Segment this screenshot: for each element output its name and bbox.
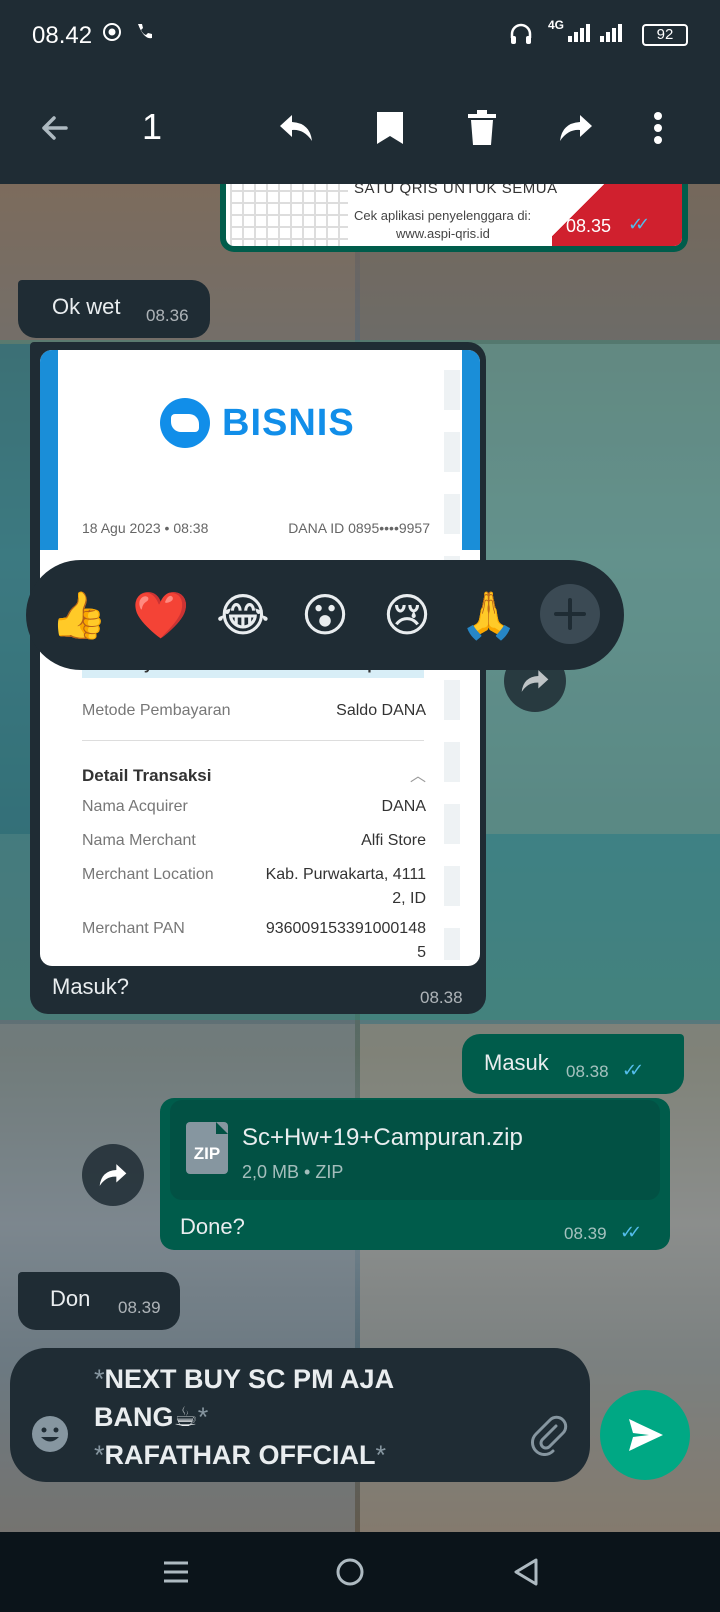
- zip-icon-label: ZIP: [193, 1144, 221, 1163]
- file-name: Sc+Hw+19+Campuran.zip: [242, 1124, 523, 1151]
- qris-subtitle: Cek aplikasi penyelenggara di:: [354, 208, 532, 223]
- system-nav-bar: [0, 1532, 720, 1612]
- read-ticks-icon: ✓✓: [620, 1222, 642, 1242]
- receipt-stripe: [40, 350, 58, 550]
- input-line-1: NEXT BUY SC PM AJA: [104, 1364, 395, 1394]
- selection-toolbar: 1: [0, 72, 720, 184]
- forward-icon[interactable]: [544, 72, 608, 184]
- signal-icon: [566, 22, 592, 50]
- pan-label: Merchant PAN: [82, 920, 185, 937]
- plus-icon: [554, 598, 586, 630]
- back-icon[interactable]: [496, 1542, 556, 1602]
- signal-2-icon: [598, 22, 624, 50]
- zip-file-icon: ZIP: [186, 1122, 228, 1174]
- message-time: 08.38: [420, 988, 463, 1007]
- emoji-icon[interactable]: [30, 1414, 70, 1459]
- detail-heading: Detail Transaksi: [82, 766, 212, 785]
- method-value: Saldo DANA: [336, 702, 426, 719]
- bold-marker: *: [94, 1440, 105, 1470]
- qris-pattern: [230, 184, 348, 246]
- location-label: Merchant Location: [82, 866, 214, 883]
- battery-level: 92: [656, 26, 674, 43]
- home-icon[interactable]: [320, 1542, 380, 1602]
- selected-count: 1: [142, 106, 163, 147]
- bold-marker: *: [375, 1440, 386, 1470]
- status-time: 08.42: [32, 22, 93, 49]
- message-text: Ok wet: [52, 294, 121, 319]
- read-ticks-icon: ✓✓: [628, 214, 650, 234]
- headset-icon: [508, 22, 534, 54]
- forward-icon: [521, 670, 549, 692]
- status-bar: 08.42 4G 92: [0, 0, 720, 72]
- incoming-message[interactable]: Ok wet 08.36: [18, 280, 210, 338]
- reply-icon[interactable]: [264, 72, 328, 184]
- pan-value-line2: 5: [417, 944, 426, 961]
- divider: [82, 740, 424, 741]
- reaction-surprised[interactable]: 😮: [292, 582, 358, 648]
- message-text: Don: [50, 1286, 91, 1311]
- bold-marker: *: [197, 1402, 209, 1432]
- forward-shortcut-button[interactable]: [82, 1144, 144, 1206]
- qris-url: www.aspi-qris.id: [396, 226, 490, 241]
- incoming-message[interactable]: Don 08.39: [18, 1272, 180, 1330]
- forward-icon: [99, 1164, 127, 1186]
- send-icon: [629, 1419, 663, 1451]
- qris-title: SATU QRIS UNTUK SEMUA: [354, 184, 558, 197]
- back-arrow-icon[interactable]: [22, 72, 86, 184]
- bold-marker: *: [94, 1364, 105, 1394]
- incoming-image-message[interactable]: BISNIS 18 Agu 2023 • 08:38 DANA ID 0895•…: [30, 342, 486, 1014]
- file-attachment[interactable]: ZIP Sc+Hw+19+Campuran.zip 2,0 MB • ZIP: [170, 1100, 660, 1200]
- recents-icon[interactable]: [146, 1542, 206, 1602]
- input-line-3: RAFATHAR OFFCIAL: [104, 1440, 376, 1470]
- location-value-line1: Kab. Purwakarta, 4111: [265, 866, 426, 883]
- message-time: 08.39: [564, 1224, 607, 1243]
- message-time: 08.39: [118, 1298, 161, 1317]
- reaction-pray[interactable]: 🙏: [456, 582, 522, 648]
- dana-logo-icon: [160, 398, 210, 448]
- merchant-value: Alfi Store: [361, 832, 426, 849]
- battery-icon: 92: [642, 24, 688, 46]
- attach-icon[interactable]: [526, 1412, 570, 1461]
- message-caption: Done?: [180, 1214, 245, 1239]
- send-button[interactable]: [600, 1390, 690, 1480]
- message-caption: Masuk?: [52, 974, 130, 999]
- merchant-label: Nama Merchant: [82, 832, 196, 849]
- message-time: 08.35: [566, 216, 612, 236]
- star-icon[interactable]: [358, 72, 422, 184]
- more-reactions-button[interactable]: [540, 584, 600, 644]
- acquirer-value: DANA: [381, 798, 426, 815]
- message-composer[interactable]: *NEXT BUY SC PM AJA BANG☕* *RAFATHAR OFF…: [10, 1348, 590, 1482]
- more-icon[interactable]: [626, 72, 690, 184]
- method-label: Metode Pembayaran: [82, 702, 231, 719]
- outgoing-message[interactable]: Masuk 08.38 ✓✓: [462, 1034, 684, 1094]
- message-time: 08.38: [566, 1062, 609, 1081]
- message-input[interactable]: *NEXT BUY SC PM AJA BANG☕* *RAFATHAR OFF…: [94, 1360, 514, 1474]
- delete-icon[interactable]: [450, 72, 514, 184]
- receipt-date: 18 Agu 2023 • 08:38: [82, 520, 209, 536]
- pan-value-line1: 936009153391000148: [265, 920, 426, 937]
- reaction-picker: 👍 ❤️ 😂 😮 😢 🙏: [26, 560, 624, 670]
- chevron-up-icon: ︿: [409, 768, 426, 785]
- file-meta: 2,0 MB • ZIP: [242, 1162, 344, 1182]
- acquirer-label: Nama Acquirer: [82, 798, 188, 815]
- read-ticks-icon: ✓✓: [622, 1060, 644, 1080]
- receipt-brand: BISNIS: [222, 401, 355, 444]
- reaction-sad[interactable]: 😢: [374, 582, 440, 648]
- receipt-dana-id: DANA ID 0895••••9957: [288, 520, 430, 536]
- receipt-stripe: [462, 350, 480, 550]
- location-value-line2: 2, ID: [392, 890, 426, 907]
- chat-area[interactable]: SATU QRIS UNTUK SEMUA Cek aplikasi penye…: [0, 184, 720, 1532]
- network-type-label: 4G: [548, 18, 565, 32]
- reaction-laugh[interactable]: 😂: [210, 582, 276, 648]
- chrome-icon: [102, 22, 122, 48]
- message-text: Masuk: [484, 1050, 549, 1075]
- qris-image-bubble[interactable]: SATU QRIS UNTUK SEMUA Cek aplikasi penye…: [220, 184, 688, 252]
- bisnis-logo: BISNIS: [160, 398, 355, 448]
- reaction-thumbs-up[interactable]: 👍: [46, 582, 112, 648]
- message-time: 08.36: [146, 306, 189, 325]
- input-line-2: BANG☕: [94, 1402, 198, 1432]
- phone-call-icon: [134, 22, 154, 48]
- reaction-heart[interactable]: ❤️: [128, 582, 194, 648]
